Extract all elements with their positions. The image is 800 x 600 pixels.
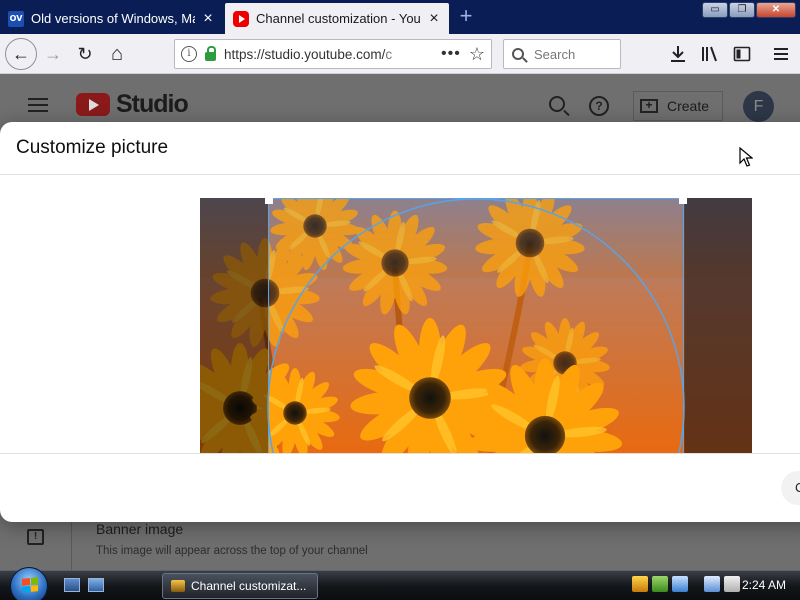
download-icon[interactable] xyxy=(668,44,688,64)
divider xyxy=(0,453,800,454)
tab-title: Channel customization - YouT xyxy=(256,11,421,26)
site-info-icon[interactable]: i xyxy=(181,46,197,62)
search-icon[interactable] xyxy=(549,96,565,112)
avatar[interactable]: F xyxy=(743,91,774,122)
lock-icon xyxy=(205,45,216,61)
tab-channel-customization[interactable]: Channel customization - YouT × xyxy=(225,3,449,34)
divider xyxy=(0,174,800,175)
search-input[interactable]: Search xyxy=(503,39,621,69)
browser-nav-bar: ← → ↻ ⌂ i https://studio.youtube.com/c •… xyxy=(0,34,800,74)
display-icon[interactable] xyxy=(704,576,720,592)
forward-button[interactable]: → xyxy=(39,40,67,68)
sidebar-divider xyxy=(71,520,72,570)
system-tray xyxy=(632,576,740,592)
url-rest: c xyxy=(385,46,393,62)
taskbar-window-label: Channel customizat... xyxy=(191,579,307,593)
banner-image-heading: Banner image xyxy=(96,521,184,537)
update-icon[interactable] xyxy=(652,576,668,592)
page-actions-icon[interactable]: ••• xyxy=(441,45,461,63)
crop-handle-top-right[interactable] xyxy=(679,198,687,204)
menu-icon[interactable] xyxy=(771,44,791,64)
start-button[interactable] xyxy=(10,567,48,600)
home-button[interactable]: ⌂ xyxy=(103,40,131,68)
firefox-app-icon xyxy=(171,580,185,592)
taskbar-clock[interactable]: 2:24 AM xyxy=(742,578,786,592)
network-icon[interactable] xyxy=(672,576,688,592)
sidebar-icon[interactable] xyxy=(732,44,752,64)
feedback-icon[interactable]: ! xyxy=(27,529,44,545)
create-button[interactable]: + Create xyxy=(633,91,723,121)
create-label: Create xyxy=(667,98,710,114)
minimize-button[interactable]: ▭ xyxy=(702,2,728,18)
hamburger-menu-icon[interactable] xyxy=(28,98,48,116)
maximize-button[interactable]: ❐ xyxy=(729,2,755,18)
dialog-title: Customize picture xyxy=(16,137,169,158)
youtube-logo-icon[interactable] xyxy=(76,93,110,116)
url-text[interactable]: https://studio.youtube.com/c xyxy=(224,47,433,62)
tab-close-icon[interactable]: × xyxy=(427,10,441,28)
search-placeholder: Search xyxy=(534,46,576,62)
picture-crop-area[interactable] xyxy=(200,198,752,453)
youtube-favicon-icon xyxy=(233,10,249,27)
reload-button[interactable]: ↻ xyxy=(71,40,99,68)
customize-picture-dialog: Customize picture C xyxy=(0,122,800,522)
window-controls: ▭ ❐ ✕ xyxy=(702,2,796,18)
close-window-button[interactable]: ✕ xyxy=(756,2,796,18)
video-add-icon: + xyxy=(640,99,658,113)
tab-close-icon[interactable]: × xyxy=(201,10,215,28)
tab-title: Old versions of Windows, Mac xyxy=(31,11,195,26)
bookmark-star-icon[interactable]: ☆ xyxy=(469,44,485,65)
studio-body: ! Banner image This image will appear ac… xyxy=(0,520,800,570)
url-host: https://studio.youtube.com/ xyxy=(224,46,386,62)
studio-header: Studio ? + Create F xyxy=(0,75,800,125)
library-icon[interactable] xyxy=(700,44,720,64)
tab-old-versions[interactable]: OV Old versions of Windows, Mac × xyxy=(0,3,223,34)
url-bar[interactable]: i https://studio.youtube.com/c ••• ☆ xyxy=(174,39,492,69)
mouse-cursor-icon xyxy=(739,147,753,167)
switch-windows-icon[interactable] xyxy=(88,578,104,592)
show-desktop-icon[interactable] xyxy=(64,578,80,592)
search-icon xyxy=(512,48,524,60)
taskbar-window-button[interactable]: Channel customizat... xyxy=(162,573,318,599)
security-shield-icon[interactable] xyxy=(632,576,648,592)
studio-logo-text[interactable]: Studio xyxy=(116,90,189,119)
crop-handle-top-left[interactable] xyxy=(265,198,273,204)
browser-tab-strip: OV Old versions of Windows, Mac × Channe… xyxy=(0,0,800,34)
crop-box[interactable] xyxy=(265,198,687,453)
dialog-action-button[interactable]: C xyxy=(781,471,800,505)
banner-image-description: This image will appear across the top of… xyxy=(96,545,368,557)
oldversion-favicon-icon: OV xyxy=(8,10,24,27)
new-tab-button[interactable]: + xyxy=(455,5,477,27)
back-button[interactable]: ← xyxy=(5,38,37,70)
windows-taskbar: Channel customizat... 2:24 AM xyxy=(0,567,800,600)
volume-muted-icon[interactable] xyxy=(724,576,740,592)
help-icon[interactable]: ? xyxy=(589,96,609,116)
windows-logo-icon xyxy=(22,577,38,593)
